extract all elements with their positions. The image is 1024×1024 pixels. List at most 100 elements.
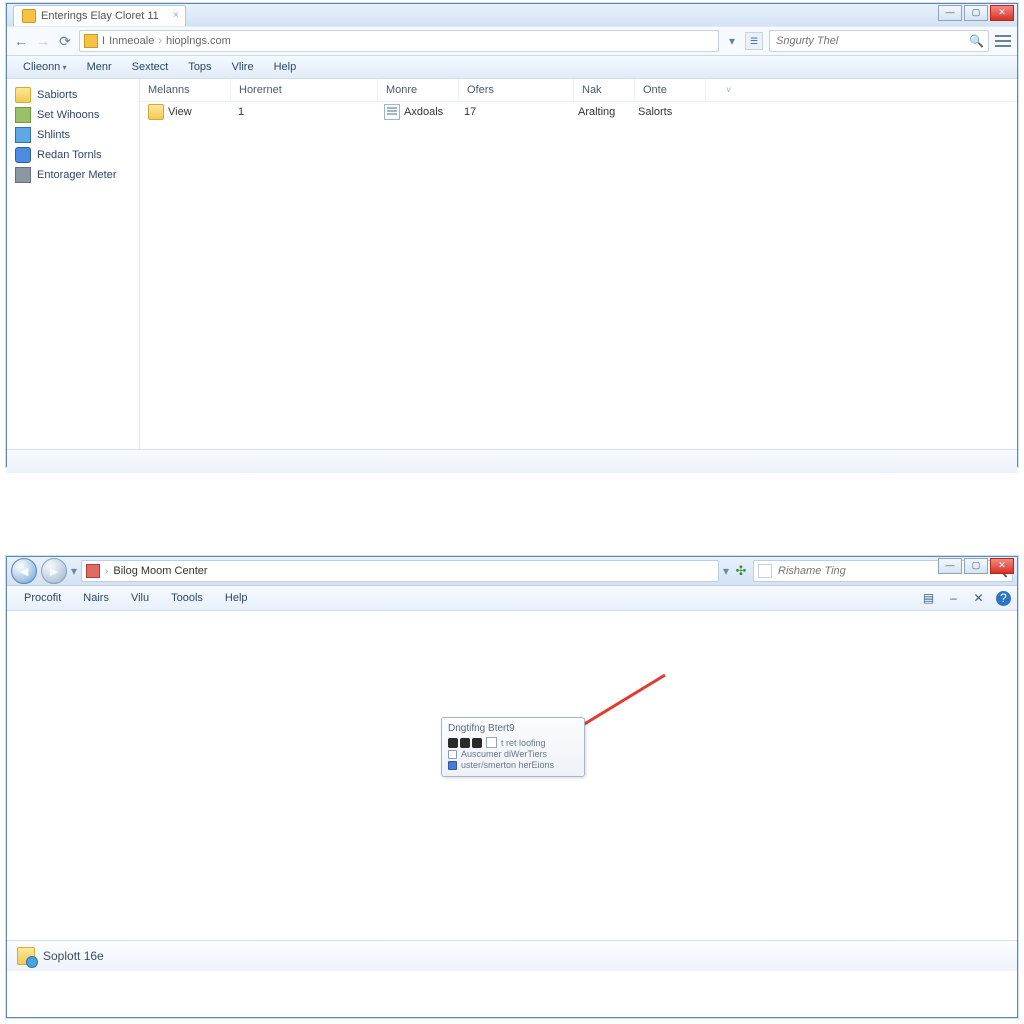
minimize-button[interactable]: — — [938, 5, 962, 21]
menu-procofit[interactable]: Procofit — [13, 589, 72, 607]
sidebar-label: Redan Tornls — [37, 149, 102, 161]
col-ofers[interactable]: Ofers — [459, 79, 574, 101]
site-icon — [84, 34, 98, 48]
col-nak[interactable]: Nak — [574, 79, 635, 101]
sort-caret-icon: ˅ — [726, 85, 731, 95]
file-list: Melanns Horernet Monre Ofers Nak Onte ˅ … — [140, 79, 1017, 449]
sidebar: Sabiorts Set Wihoons Shlints Redan Tornl… — [7, 79, 140, 449]
sidebar-label: Set Wihoons — [37, 109, 99, 121]
sidebar-label: Entorager Meter — [37, 169, 116, 181]
col-melanns[interactable]: Melanns — [140, 79, 231, 101]
tab-title: Enterings Elay Cloret 11 — [41, 10, 159, 22]
back-button[interactable]: ← — [13, 33, 29, 49]
refresh-icon[interactable]: ✣ — [733, 563, 749, 579]
folder-icon — [15, 87, 31, 103]
menu-vilu[interactable]: Vilu — [120, 589, 160, 607]
app-icon — [15, 107, 31, 123]
breadcrumb-chevron-icon: › — [105, 566, 108, 577]
menu-bar: Procofit Nairs Vilu Toools Help ▤ – ✕ ? — [7, 586, 1017, 611]
address-bar[interactable]: I Inmeoale › hioplngs.com — [79, 30, 719, 52]
app-icon — [15, 147, 31, 163]
app-icon — [15, 127, 31, 143]
menu-help[interactable]: Help — [264, 58, 307, 76]
cell: Salorts — [638, 106, 672, 118]
maximize-button[interactable]: ▢ — [964, 5, 988, 21]
menu-nairs[interactable]: Nairs — [72, 589, 120, 607]
bullet-icon — [448, 750, 457, 759]
window-controls: — ▢ ✕ — [938, 5, 1014, 21]
menu-bar: Clieonn Menr Sextect Tops Vlire Help — [7, 56, 1017, 79]
menu-vlire[interactable]: Vlire — [222, 58, 264, 76]
breadcrumb-chevron-icon: › — [158, 35, 162, 47]
list-header: Melanns Horernet Monre Ofers Nak Onte ˅ — [140, 79, 1017, 102]
popup-row3: uster/smerton herEions — [461, 760, 554, 770]
search-icon[interactable]: 🔍 — [969, 34, 984, 48]
reload-button[interactable]: ⟳ — [57, 33, 73, 49]
help-icon[interactable]: ? — [996, 591, 1011, 606]
sidebar-item-entorager[interactable]: Entorager Meter — [11, 165, 135, 185]
close-button[interactable]: ✕ — [990, 558, 1014, 574]
sidebar-item-setwihoons[interactable]: Set Wihoons — [11, 105, 135, 125]
menu-sextect[interactable]: Sextect — [122, 58, 179, 76]
hamburger-menu-icon[interactable] — [995, 35, 1011, 47]
nav-toolbar: ← → ⟳ I Inmeoale › hioplngs.com ▾ ☰ 🔍 — [7, 26, 1017, 56]
browser-window: Enterings Elay Cloret 11 × — ▢ ✕ ← → ⟳ I… — [6, 3, 1018, 467]
cell: 17 — [464, 106, 476, 118]
popup-row2: Auscumer diWerTiers — [461, 749, 547, 759]
forward-button[interactable]: → — [35, 33, 51, 49]
nav-toolbar: ◄ ► ▾ › Bilog Moom Center ▾ ✣ 🔍 — [7, 557, 1017, 586]
col-horernet[interactable]: Horernet — [231, 79, 378, 101]
menu-menr[interactable]: Menr — [77, 58, 122, 76]
addr-dropdown-icon[interactable]: ▾ — [725, 34, 739, 48]
shuffle-icon[interactable]: ✕ — [971, 591, 986, 606]
address-bar[interactable]: › Bilog Moom Center — [81, 560, 719, 582]
tab-close-icon[interactable]: × — [173, 10, 179, 21]
addr-path: hioplngs.com — [166, 35, 231, 47]
status-bar: Soplott 16e — [7, 940, 1017, 971]
browser-tab[interactable]: Enterings Elay Cloret 11 × — [13, 5, 186, 26]
minimize-button[interactable]: — — [938, 558, 962, 574]
cell: View — [168, 106, 192, 118]
search-input[interactable] — [774, 34, 965, 48]
col-onte[interactable]: Onte — [635, 79, 706, 101]
toolbar-right: ▤ – ✕ ? — [921, 591, 1011, 606]
menu-cleonn[interactable]: Clieonn — [13, 58, 77, 76]
app-icon — [15, 167, 31, 183]
tab-favicon-icon — [22, 9, 36, 23]
menu-tops[interactable]: Tops — [178, 58, 221, 76]
popup-title: Dngtifng Btert9 — [448, 723, 578, 734]
page-info-icon[interactable]: ☰ — [745, 32, 763, 50]
forward-button[interactable]: ► — [41, 558, 67, 584]
minimize-icon[interactable]: – — [946, 591, 961, 606]
sidebar-item-sabiorts[interactable]: Sabiorts — [11, 85, 135, 105]
close-button[interactable]: ✕ — [990, 5, 1014, 21]
back-button[interactable]: ◄ — [11, 558, 37, 584]
search-scope-icon — [758, 564, 772, 578]
menu-toools[interactable]: Toools — [160, 589, 214, 607]
list-row[interactable]: View 1 Axdoals 17 Aralting Salorts — [140, 102, 1017, 122]
empty-indicator-icon — [486, 737, 497, 748]
addr-dropdown-icon[interactable]: ▾ — [723, 564, 729, 578]
location-icon — [86, 564, 100, 578]
explorer-body: Sabiorts Set Wihoons Shlints Redan Tornl… — [7, 79, 1017, 449]
maximize-button[interactable]: ▢ — [964, 558, 988, 574]
sidebar-label: Sabiorts — [37, 89, 77, 101]
sidebar-label: Shlints — [37, 129, 70, 141]
search-box[interactable]: 🔍 — [769, 30, 989, 52]
cell: Axdoals — [404, 106, 443, 118]
status-popup: Dngtifng Btert9 t ret loofing Auscumer d… — [441, 717, 585, 777]
status-folder-icon — [17, 947, 35, 965]
panel-icon[interactable]: ▤ — [921, 591, 936, 606]
sidebar-item-shlints[interactable]: Shlints — [11, 125, 135, 145]
cell: Aralting — [578, 106, 615, 118]
window-controls: — ▢ ✕ — [938, 558, 1014, 574]
status-bar — [7, 449, 1017, 473]
explorer-window: — ▢ ✕ ◄ ► ▾ › Bilog Moom Center ▾ ✣ 🔍 Pr… — [6, 556, 1018, 1018]
addr-prefix: I — [102, 35, 105, 47]
nav-dropdown-icon[interactable]: ▾ — [71, 564, 77, 578]
page-icon — [384, 104, 400, 120]
sidebar-item-redantornls[interactable]: Redan Tornls — [11, 145, 135, 165]
addr-host: Inmeoale — [109, 35, 154, 47]
menu-help[interactable]: Help — [214, 589, 259, 607]
col-monre[interactable]: Monre — [378, 79, 459, 101]
